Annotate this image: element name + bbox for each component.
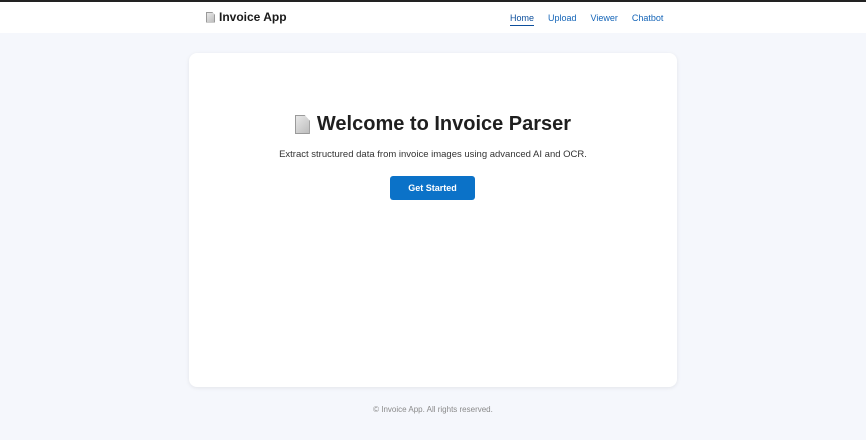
nav-link-viewer[interactable]: Viewer <box>591 13 618 26</box>
nav-link-chatbot[interactable]: Chatbot <box>632 13 664 26</box>
document-icon <box>206 11 215 23</box>
nav-link-home[interactable]: Home <box>510 13 535 26</box>
footer-copyright: © Invoice App. All rights reserved. <box>373 405 493 414</box>
page-title: Welcome to Invoice Parser <box>189 113 677 136</box>
brand[interactable]: Invoice App <box>206 10 287 24</box>
page-title-text: Welcome to Invoice Parser <box>316 113 572 135</box>
nav-links: Home Upload Viewer Chatbot <box>510 13 663 26</box>
welcome-card: Welcome to Invoice Parser Extract struct… <box>189 53 677 387</box>
get-started-button[interactable]: Get Started <box>390 176 475 200</box>
brand-label: Invoice App <box>219 10 287 24</box>
page-subtitle: Extract structured data from invoice ima… <box>279 149 587 160</box>
document-icon <box>294 115 310 134</box>
nav-link-upload[interactable]: Upload <box>548 13 577 26</box>
top-navbar: Invoice App Home Upload Viewer Chatbot <box>0 2 866 33</box>
